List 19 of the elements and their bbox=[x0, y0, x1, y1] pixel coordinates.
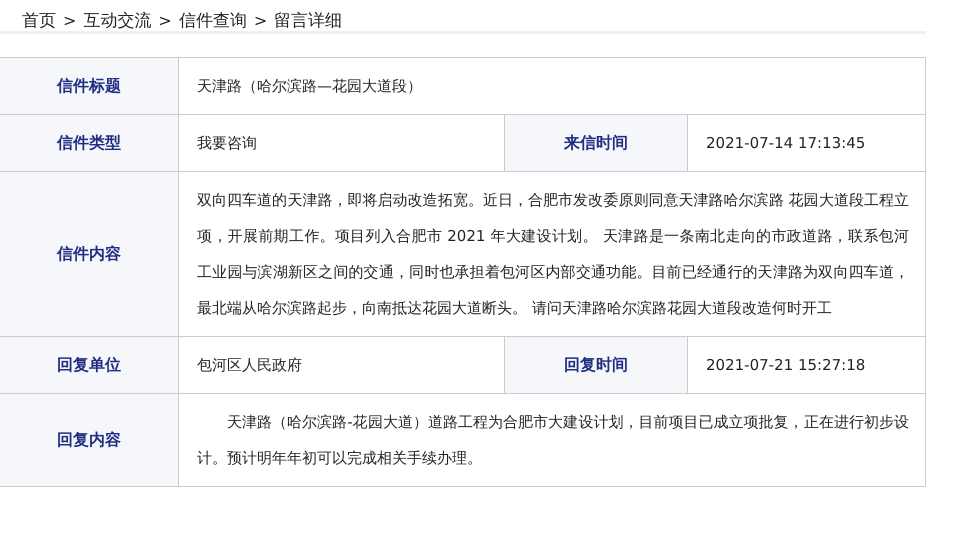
field-value: 2021-07-21 15:27:18 bbox=[705, 355, 866, 376]
field-label: 回复单位 bbox=[0, 337, 179, 393]
breadcrumb-separator: > bbox=[158, 11, 172, 30]
field-value: 天津路（哈尔滨路-花园大道）道路工程为合肥市大建设计划，目前项目已成立项批复，正在进行初步设计。预计明年年初可以完成相关手续办理。 bbox=[196, 412, 910, 469]
field-label: 回复时间 bbox=[505, 337, 688, 393]
breadcrumb-link[interactable]: 互动交流 bbox=[83, 9, 152, 32]
breadcrumb-link[interactable]: 信件查询 bbox=[178, 9, 247, 32]
field-value: 2021-07-14 17:13:45 bbox=[705, 133, 866, 154]
field-label: 回复内容 bbox=[0, 394, 179, 486]
field-label: 信件标题 bbox=[0, 58, 179, 114]
field-label: 信件内容 bbox=[0, 172, 179, 336]
field-value: 天津路（哈尔滨路—花园大道段） bbox=[196, 76, 423, 97]
field-value: 双向四车道的天津路，即将启动改造拓宽。近日，合肥市发改委原则同意天津路哈尔滨路 花园大道段工程立项，开展前期工作。项目列入合肥市 2021 年大建设计划。 天津路是一条南北走向的市政道路，联系包河工业园与滨湖新区之间的交通，同时也承担着包河区内部交通功能。目前已经通行的天津路为双向四车道，最北端从哈尔滨路起步，向南抵达花园大道断头。 请问天津路哈尔滨路花园大道段改造何时开工 bbox=[196, 190, 910, 319]
field-label: 信件类型 bbox=[0, 115, 179, 171]
breadcrumb-separator: > bbox=[254, 11, 268, 30]
breadcrumb-link[interactable]: 留言详细 bbox=[274, 9, 342, 32]
breadcrumb-link[interactable]: 首页 bbox=[22, 9, 56, 32]
field-label: 来信时间 bbox=[505, 115, 688, 171]
breadcrumb-separator: > bbox=[63, 11, 76, 30]
